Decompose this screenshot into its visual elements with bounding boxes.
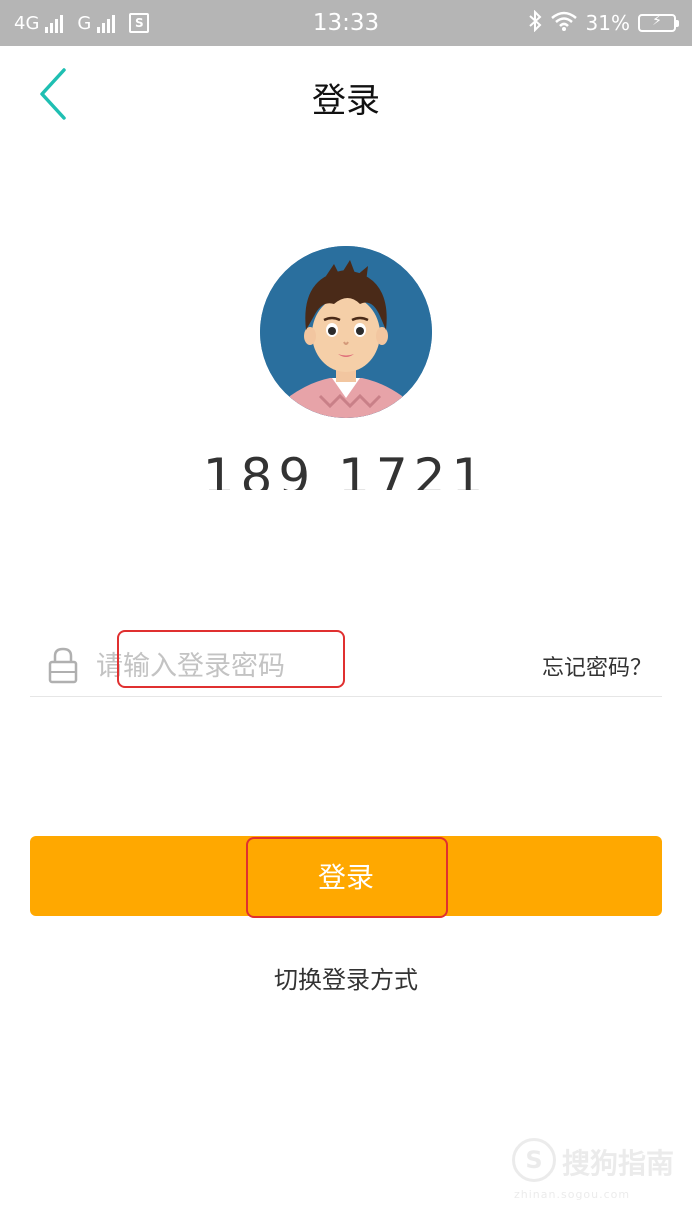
lock-icon <box>46 646 80 684</box>
bluetooth-icon <box>528 9 542 37</box>
watermark-text: 搜狗指南 <box>562 1147 675 1180</box>
password-row: 忘记密码？ <box>30 636 662 697</box>
battery-icon: ⚡ <box>638 13 679 32</box>
status-right: 31% ⚡ <box>528 0 679 46</box>
account-number: 189 1721 <box>0 456 692 490</box>
wifi-icon <box>550 11 578 36</box>
page-title: 登录 <box>312 81 380 121</box>
login-button[interactable]: 登录 <box>30 836 662 916</box>
avatar <box>260 246 432 418</box>
status-bar: 4G G S 13:33 31% ⚡ <box>0 0 692 46</box>
account-number-text: 189 1721 <box>202 456 490 490</box>
battery-percent: 31% <box>585 11 630 35</box>
switch-login-method-link[interactable]: 切换登录方式 <box>0 960 692 995</box>
sogou-logo-icon: S <box>512 1138 556 1182</box>
watermark: S 搜狗指南 zhinan.sogou.com <box>512 1138 682 1208</box>
header: 登录 <box>0 46 692 142</box>
forgot-password-link[interactable]: 忘记密码？ <box>542 650 652 682</box>
watermark-url: zhinan.sogou.com <box>514 1188 631 1201</box>
password-input[interactable] <box>96 646 426 686</box>
